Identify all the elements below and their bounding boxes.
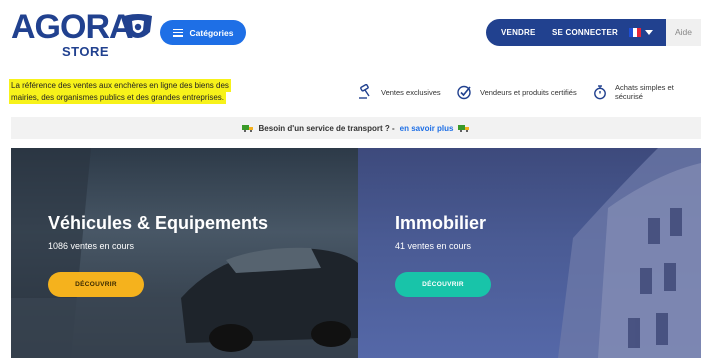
- feature-secure: Achats simples et sécurisé: [593, 83, 701, 101]
- categories-label: Catégories: [189, 27, 234, 38]
- building-hero-image: [558, 148, 701, 358]
- stopwatch-icon: [594, 85, 606, 100]
- feature-certified: Vendeurs et produits certifiés: [456, 84, 577, 100]
- real-estate-discover-button[interactable]: DÉCOUVRIR: [395, 272, 491, 297]
- french-flag-icon[interactable]: [629, 28, 641, 37]
- account-bar: VENDRE SE CONNECTER: [486, 19, 666, 46]
- feature-label: Ventes exclusives: [381, 87, 441, 97]
- vehicle-hero-image: [11, 148, 358, 358]
- real-estate-count: 41 ventes en cours: [395, 241, 472, 251]
- sell-link[interactable]: VENDRE: [501, 19, 536, 46]
- tagline: La référence des ventes aux enchères en …: [11, 80, 256, 104]
- real-estate-title: Immobilier: [395, 213, 487, 233]
- shield-icon: [124, 14, 152, 38]
- tagline-line1: La référence des ventes aux enchères en …: [11, 81, 229, 90]
- transport-info-link[interactable]: en savoir plus: [400, 124, 454, 133]
- feature-exclusive: Ventes exclusives: [357, 84, 441, 100]
- check-circle-icon: [457, 85, 471, 100]
- vehicles-discover-button[interactable]: DÉCOUVRIR: [48, 272, 144, 297]
- feature-label: Vendeurs et produits certifiés: [480, 87, 577, 97]
- real-estate-panel[interactable]: Immobilier 41 ventes en cours DÉCOUVRIR: [358, 148, 701, 358]
- chevron-down-icon[interactable]: [645, 30, 653, 35]
- auction-hammer-icon: [359, 84, 370, 99]
- transport-banner: Besoin d'un service de transport ? - en …: [11, 117, 701, 139]
- tagline-line2: mairies, des organismes publics et des g…: [11, 93, 224, 102]
- banner-text: Besoin d'un service de transport ? -: [258, 123, 395, 133]
- vehicles-title: Véhicules & Equipements: [48, 213, 269, 233]
- feature-label: Achats simples et sécurisé: [615, 83, 674, 101]
- vehicles-panel[interactable]: Véhicules & Equipements 1086 ventes en c…: [11, 148, 358, 358]
- site-header: AGORA STORE Catégories VENDRE SE CONNECT…: [0, 0, 701, 70]
- logo-sub: STORE: [62, 44, 110, 59]
- login-link[interactable]: SE CONNECTER: [552, 19, 618, 46]
- truck-icon: [458, 125, 470, 132]
- vehicles-count: 1086 ventes en cours: [48, 241, 135, 251]
- logo-word: AGORA: [11, 8, 134, 46]
- agora-store-logo[interactable]: AGORA STORE: [11, 8, 159, 63]
- categories-button[interactable]: Catégories: [160, 20, 246, 45]
- help-button[interactable]: Aide: [666, 19, 701, 46]
- truck-icon: [241, 125, 253, 132]
- menu-icon: [172, 28, 183, 37]
